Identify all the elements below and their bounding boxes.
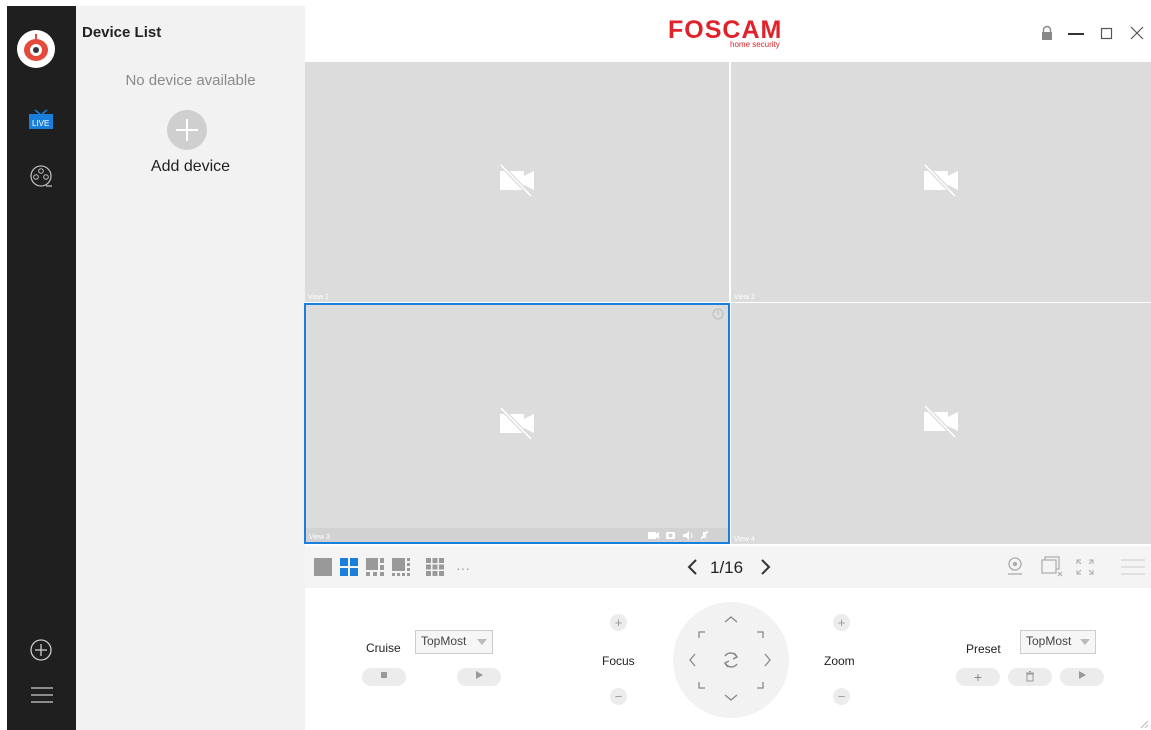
rotate-center-icon (723, 652, 739, 668)
add-device-button[interactable] (167, 110, 207, 150)
arrow-down-right-icon (757, 682, 764, 689)
video-tile-3-selected[interactable]: View 3 (304, 303, 730, 544)
arrow-down-left-icon (698, 682, 705, 689)
direction-arrows (689, 616, 771, 701)
close-all-windows-icon[interactable] (1040, 555, 1066, 579)
chevron-left-icon (687, 559, 697, 575)
preset-label: Preset (966, 642, 1001, 656)
arrow-up-left-icon (698, 631, 705, 638)
arrow-down-icon (724, 694, 738, 701)
chevron-right-icon (761, 559, 771, 575)
focus-plus-button[interactable]: + (610, 614, 627, 631)
stop-icon (381, 672, 387, 678)
view-label: View 2 (734, 294, 755, 301)
record-icon (648, 532, 659, 539)
preset-go-button[interactable] (1060, 668, 1104, 686)
preset-select[interactable]: TopMost (1020, 630, 1096, 654)
prev-page-button[interactable] (686, 556, 700, 578)
cruise-select-value: TopMost (421, 634, 467, 648)
cruise-play-button[interactable] (457, 668, 501, 686)
brand-tagline: home security (730, 40, 780, 49)
device-list-title: Device List (82, 24, 162, 41)
page-indicator: 1/16 (710, 558, 744, 577)
plus-circle-icon (30, 639, 52, 661)
view-label: View 4 (734, 536, 755, 543)
layout-4-button[interactable] (340, 558, 358, 576)
video-tile-4[interactable]: View 4 (731, 303, 1151, 544)
focus-label: Focus (602, 654, 635, 668)
camera-off-icon (923, 404, 958, 439)
layout-9-button[interactable] (426, 558, 444, 576)
view-label: View 3 (309, 534, 330, 541)
next-page-button[interactable] (758, 556, 772, 578)
zoom-plus-button[interactable]: + (833, 614, 850, 631)
preset-select-value: TopMost (1026, 634, 1072, 648)
app-logo (17, 30, 55, 68)
more-layouts-button[interactable]: ··· (456, 560, 470, 576)
video-tile-2[interactable]: View 2 (731, 62, 1151, 302)
add-nav-button[interactable] (30, 639, 52, 661)
resize-grip-icon[interactable] (1140, 720, 1149, 729)
arrow-up-icon (724, 616, 738, 623)
dropdown-arrow-icon (1080, 639, 1090, 645)
film-reel-icon (30, 165, 52, 187)
arrow-up-right-icon (757, 631, 764, 638)
preset-add-button[interactable]: + (956, 668, 1000, 686)
maximize-button[interactable] (1100, 26, 1114, 40)
layout-1-button[interactable] (314, 558, 332, 576)
maximize-icon (1100, 27, 1113, 40)
minimize-icon (1068, 33, 1084, 35)
arrow-right-icon (764, 653, 771, 667)
layout-8-button[interactable] (392, 558, 410, 576)
zoom-minus-button[interactable]: − (833, 688, 850, 705)
live-view-nav-button[interactable]: LIVE (27, 104, 55, 132)
camera-off-icon (923, 163, 958, 198)
camera-off-icon (499, 406, 534, 441)
snapshot-icon (666, 532, 675, 539)
speaker-icon (683, 531, 693, 540)
ptz-direction-pad[interactable] (673, 602, 789, 718)
lock-button[interactable] (1040, 25, 1054, 41)
tile-toolbar: View 3 (306, 528, 728, 542)
add-device-label[interactable]: Add device (76, 158, 305, 176)
menu-nav-button[interactable] (30, 685, 54, 705)
play-icon (1079, 671, 1086, 679)
live-label: LIVE (32, 119, 50, 128)
zoom-label: Zoom (824, 654, 855, 668)
webcam-icon[interactable] (1004, 555, 1026, 577)
power-icon[interactable] (712, 308, 724, 320)
arrow-left-icon (689, 653, 696, 667)
trash-icon (1026, 671, 1034, 682)
menu-lines-icon[interactable] (1120, 557, 1146, 577)
hamburger-menu-icon (31, 687, 53, 703)
fullscreen-icon[interactable] (1074, 557, 1096, 577)
close-icon (1130, 26, 1144, 40)
no-device-text: No device available (125, 72, 256, 89)
close-button[interactable] (1130, 26, 1144, 40)
view-label: View 1 (308, 294, 329, 301)
cruise-label: Cruise (366, 641, 401, 655)
tile-controls (648, 530, 709, 540)
playback-nav-button[interactable] (28, 163, 54, 189)
layout-6-button[interactable] (366, 558, 384, 576)
cruise-select[interactable]: TopMost (415, 630, 493, 654)
video-tile-1[interactable]: View 1 (305, 62, 729, 302)
dropdown-arrow-icon (477, 639, 487, 645)
cruise-stop-button[interactable] (362, 668, 406, 686)
camera-off-icon (499, 163, 534, 198)
preset-delete-button[interactable] (1008, 668, 1052, 686)
lock-icon (1042, 25, 1052, 40)
minimize-button[interactable] (1066, 26, 1086, 40)
focus-minus-button[interactable]: − (610, 688, 627, 705)
talk-mute-icon (700, 530, 709, 540)
play-icon (476, 671, 483, 679)
